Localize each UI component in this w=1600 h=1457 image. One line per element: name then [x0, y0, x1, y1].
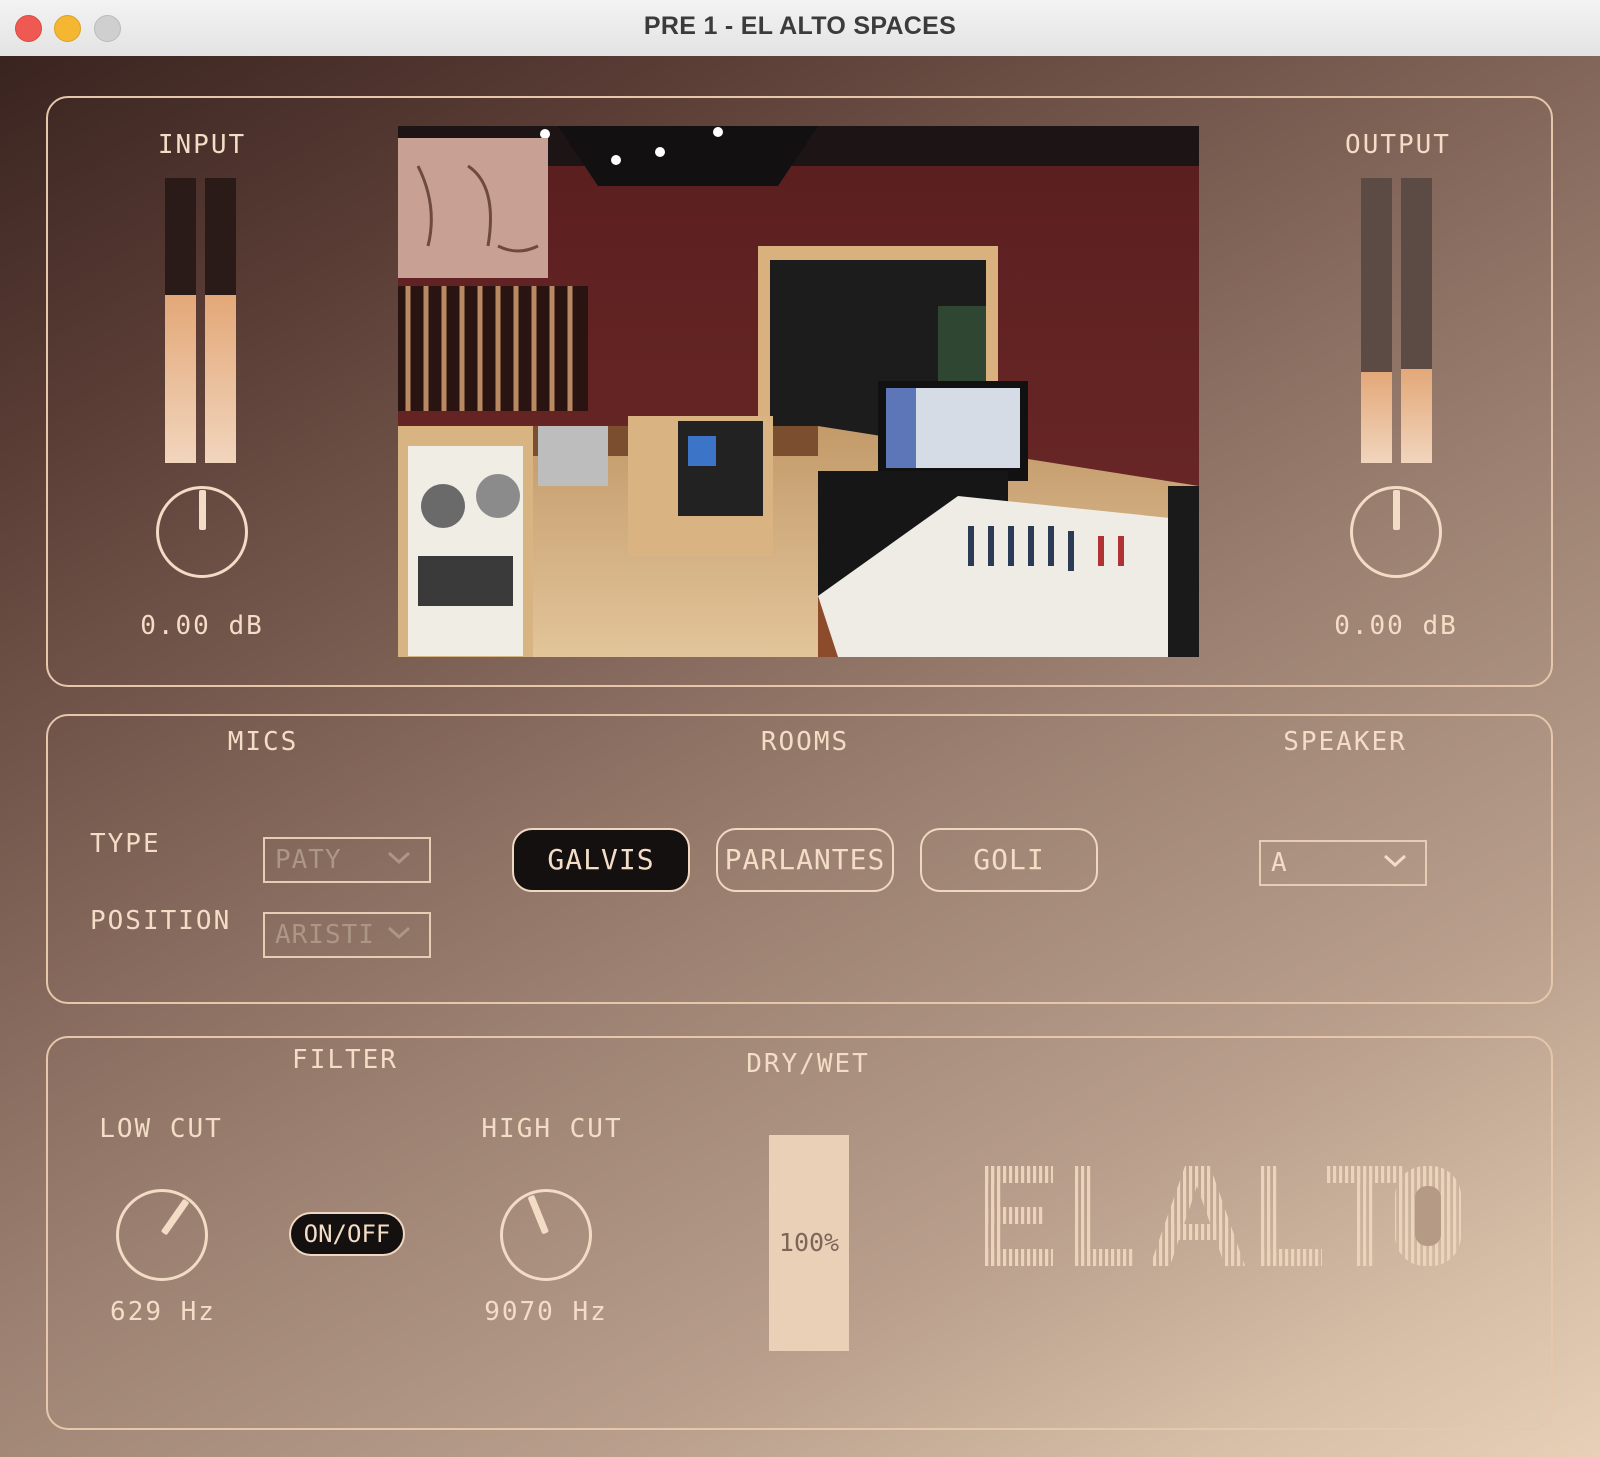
room-photo — [398, 126, 1199, 657]
filter-onoff-button[interactable]: ON/OFF — [289, 1212, 405, 1256]
mic-type-dropdown[interactable]: PATY — [263, 837, 431, 883]
high-cut-knob[interactable] — [500, 1189, 592, 1281]
chevron-down-icon — [1383, 854, 1407, 868]
input-value: 0.00 dB — [140, 611, 264, 641]
speaker-dropdown[interactable]: A — [1259, 840, 1427, 886]
speaker-value: A — [1271, 848, 1288, 878]
el-alto-logo — [985, 1166, 1461, 1266]
output-label: OUTPUT — [1345, 130, 1451, 160]
speaker-label: SPEAKER — [1283, 727, 1407, 757]
mic-position-label: POSITION — [90, 906, 232, 936]
input-gain-knob[interactable] — [156, 486, 248, 578]
output-value: 0.00 dB — [1334, 611, 1458, 641]
mics-label: MICS — [227, 727, 299, 757]
output-gain-knob[interactable] — [1350, 486, 1442, 578]
room-galvis-button[interactable]: GALVIS — [512, 828, 690, 892]
room-goli-button[interactable]: GOLI — [920, 828, 1098, 892]
high-cut-label: HIGH CUT — [481, 1114, 623, 1144]
input-label: INPUT — [157, 130, 247, 160]
chevron-down-icon — [387, 926, 411, 940]
filter-label: FILTER — [292, 1045, 398, 1075]
mic-position-dropdown[interactable]: ARISTI — [263, 912, 431, 958]
output-meter-right — [1401, 178, 1432, 463]
plugin-window: PRE 1 - EL ALTO SPACES INPUT 0.00 dB OUT… — [0, 0, 1600, 1457]
input-knob-indicator — [198, 490, 206, 530]
input-meter-right — [205, 178, 236, 463]
room-photo-image — [398, 126, 1199, 657]
high-cut-knob-indicator — [527, 1194, 549, 1235]
chevron-down-icon — [387, 851, 411, 865]
output-meter-right-fill — [1401, 368, 1432, 463]
mic-type-value: PATY — [275, 845, 342, 875]
mic-position-value: ARISTI — [275, 920, 375, 950]
low-cut-knob[interactable] — [116, 1189, 208, 1281]
rooms-label: ROOMS — [760, 727, 850, 757]
drywet-slider[interactable]: 100% — [769, 1135, 849, 1351]
mic-type-label: TYPE — [90, 829, 161, 859]
input-meter-left-fill — [165, 294, 196, 463]
low-cut-value: 629 Hz — [110, 1297, 216, 1327]
room-parlantes-button[interactable]: PARLANTES — [716, 828, 894, 892]
low-cut-label: LOW CUT — [99, 1114, 223, 1144]
title-bar: PRE 1 - EL ALTO SPACES — [0, 0, 1600, 57]
output-meter-left — [1361, 178, 1392, 463]
high-cut-value: 9070 Hz — [484, 1297, 608, 1327]
plugin-body: INPUT 0.00 dB OUTPUT 0.00 dB MICS TYPE P… — [0, 56, 1600, 1457]
input-meter-right-fill — [205, 294, 236, 463]
low-cut-knob-indicator — [160, 1198, 189, 1236]
drywet-label: DRY/WET — [746, 1049, 870, 1079]
output-meter-left-fill — [1361, 371, 1392, 463]
window-title: PRE 1 - EL ALTO SPACES — [643, 12, 957, 40]
input-meter-left — [165, 178, 196, 463]
output-knob-indicator — [1392, 490, 1400, 530]
